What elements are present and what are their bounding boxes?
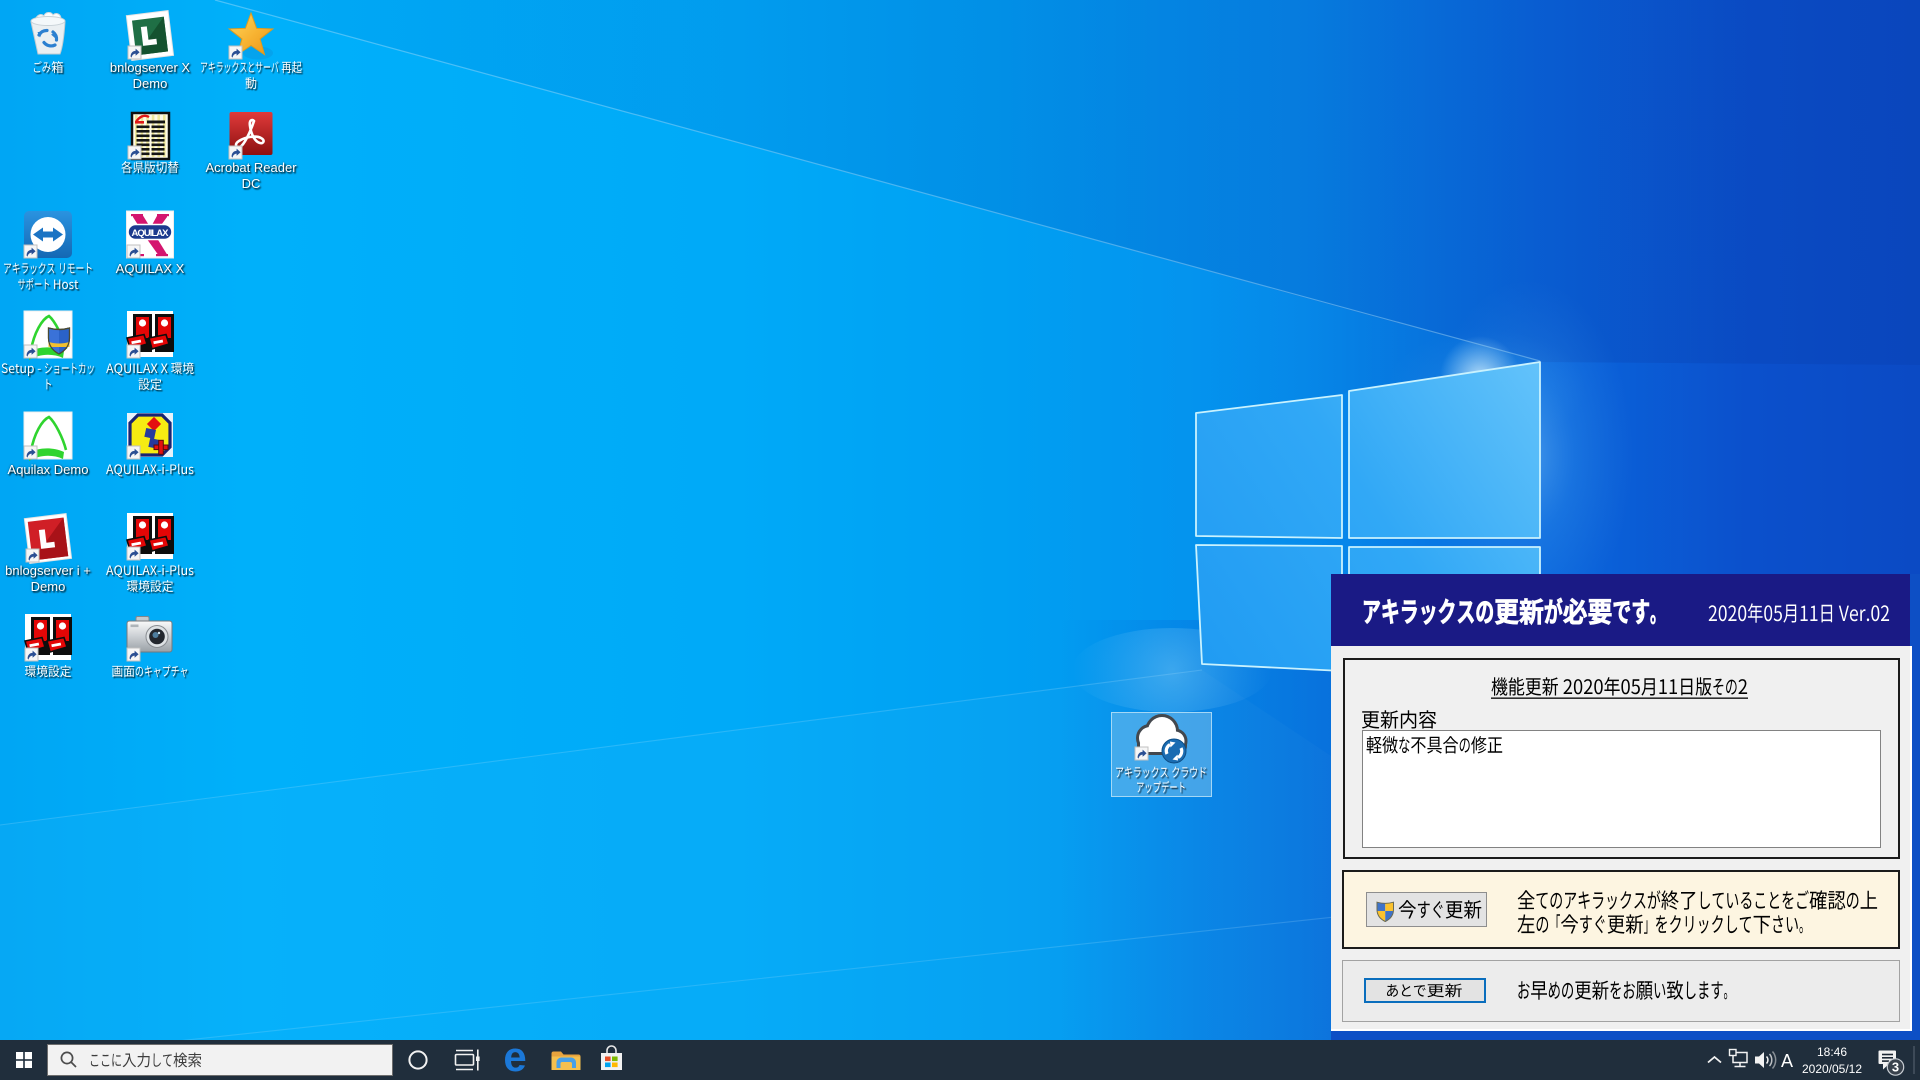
svg-text:AQUILAX: AQUILAX xyxy=(132,228,170,239)
